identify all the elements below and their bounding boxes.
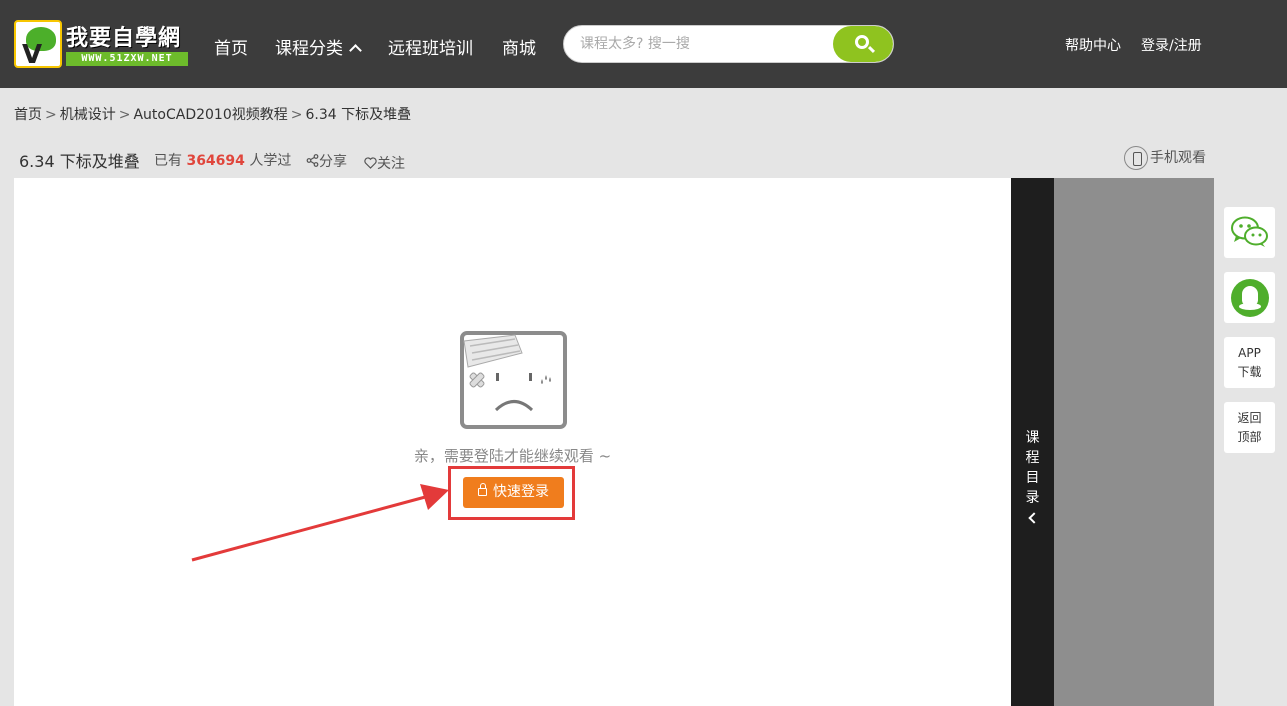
wechat-icon bbox=[1231, 216, 1268, 247]
catalog-label: 课 程 目 录 bbox=[1011, 428, 1054, 528]
breadcrumb: 首页 > 机械设计 > AutoCAD2010视频教程 >6.34 下标及堆叠 bbox=[14, 104, 411, 124]
breadcrumb-item-lesson: 6.34 下标及堆叠 bbox=[305, 107, 412, 123]
lesson-title: 6.34 下标及堆叠 bbox=[19, 152, 140, 171]
logo-name: 我要自學網 bbox=[66, 26, 182, 51]
catalog-label-char: 程 bbox=[1025, 450, 1040, 466]
lesson-header: 6.34 下标及堆叠 已有 364694 人学过 分享 关注 bbox=[19, 148, 405, 172]
course-catalog-panel bbox=[1054, 178, 1214, 706]
breadcrumb-separator: > bbox=[118, 107, 131, 123]
learners-number: 364694 bbox=[186, 153, 245, 169]
app-download-button[interactable]: APP 下载 bbox=[1224, 337, 1275, 388]
nav-categories-label: 课程分类 bbox=[275, 39, 343, 59]
back-to-top-line2: 顶部 bbox=[1237, 430, 1262, 444]
search-button[interactable] bbox=[833, 26, 893, 62]
share-label: 分享 bbox=[319, 154, 347, 170]
search-box bbox=[563, 25, 894, 63]
chevron-left-icon bbox=[1028, 512, 1040, 524]
annotation-arrow bbox=[191, 484, 449, 562]
logo-mark: V bbox=[14, 20, 62, 70]
course-catalog-toggle[interactable]: 课 程 目 录 bbox=[1011, 178, 1054, 706]
follow-button[interactable]: 关注 bbox=[364, 153, 405, 173]
learners-prefix: 已有 bbox=[154, 153, 182, 169]
catalog-label-char: 课 bbox=[1025, 430, 1040, 446]
breadcrumb-item-home[interactable]: 首页 bbox=[14, 107, 42, 123]
catalog-label-char: 目 bbox=[1025, 470, 1040, 486]
breadcrumb-item-course[interactable]: AutoCAD2010视频教程 bbox=[133, 107, 287, 123]
app-download-line2: 下载 bbox=[1237, 365, 1262, 379]
top-nav-bar: V 我要自學網 WWW.51ZXW.NET 首页 课程分类 远程班培训 商城 帮… bbox=[0, 0, 1287, 88]
search-icon bbox=[855, 35, 869, 49]
heart-icon bbox=[364, 157, 377, 169]
catalog-label-char: 录 bbox=[1025, 490, 1040, 506]
nav-mall[interactable]: 商城 bbox=[502, 34, 536, 59]
share-icon bbox=[306, 154, 319, 167]
qq-share-button[interactable] bbox=[1224, 272, 1275, 323]
phone-icon bbox=[1124, 146, 1148, 170]
qq-icon bbox=[1231, 279, 1269, 317]
search-input[interactable] bbox=[580, 26, 830, 62]
mobile-watch-label: 手机观看 bbox=[1150, 150, 1206, 166]
breadcrumb-separator: > bbox=[45, 107, 57, 123]
wechat-share-button[interactable] bbox=[1224, 207, 1275, 258]
app-download-line1: APP bbox=[1238, 346, 1261, 360]
nav-categories[interactable]: 课程分类 bbox=[275, 34, 362, 59]
follow-label: 关注 bbox=[377, 156, 405, 172]
learners-suffix: 人学过 bbox=[249, 153, 292, 169]
nav-home[interactable]: 首页 bbox=[214, 34, 248, 59]
mobile-watch-button[interactable]: 手机观看 bbox=[1124, 146, 1206, 170]
learner-count: 已有 364694 人学过 bbox=[154, 150, 291, 170]
login-required-prompt: 亲，需要登陆才能继续观看 ~ bbox=[413, 447, 612, 465]
sad-face-illustration bbox=[460, 331, 567, 429]
chevron-up-icon bbox=[349, 44, 362, 57]
nav-remote-training[interactable]: 远程班培训 bbox=[388, 34, 473, 59]
login-register-link[interactable]: 登录/注册 bbox=[1141, 35, 1202, 55]
breadcrumb-separator: > bbox=[290, 107, 303, 123]
help-center-link[interactable]: 帮助中心 bbox=[1065, 35, 1121, 55]
share-button[interactable]: 分享 bbox=[306, 151, 347, 171]
site-logo[interactable]: V 我要自學網 WWW.51ZXW.NET bbox=[14, 20, 188, 70]
video-player: 亲，需要登陆才能继续观看 ~ 快速登录 bbox=[14, 178, 1011, 706]
logo-url: WWW.51ZXW.NET bbox=[66, 52, 188, 66]
back-to-top-line1: 返回 bbox=[1237, 411, 1262, 425]
back-to-top-button[interactable]: 返回 顶部 bbox=[1224, 402, 1275, 453]
breadcrumb-item-category[interactable]: 机械设计 bbox=[60, 107, 116, 123]
